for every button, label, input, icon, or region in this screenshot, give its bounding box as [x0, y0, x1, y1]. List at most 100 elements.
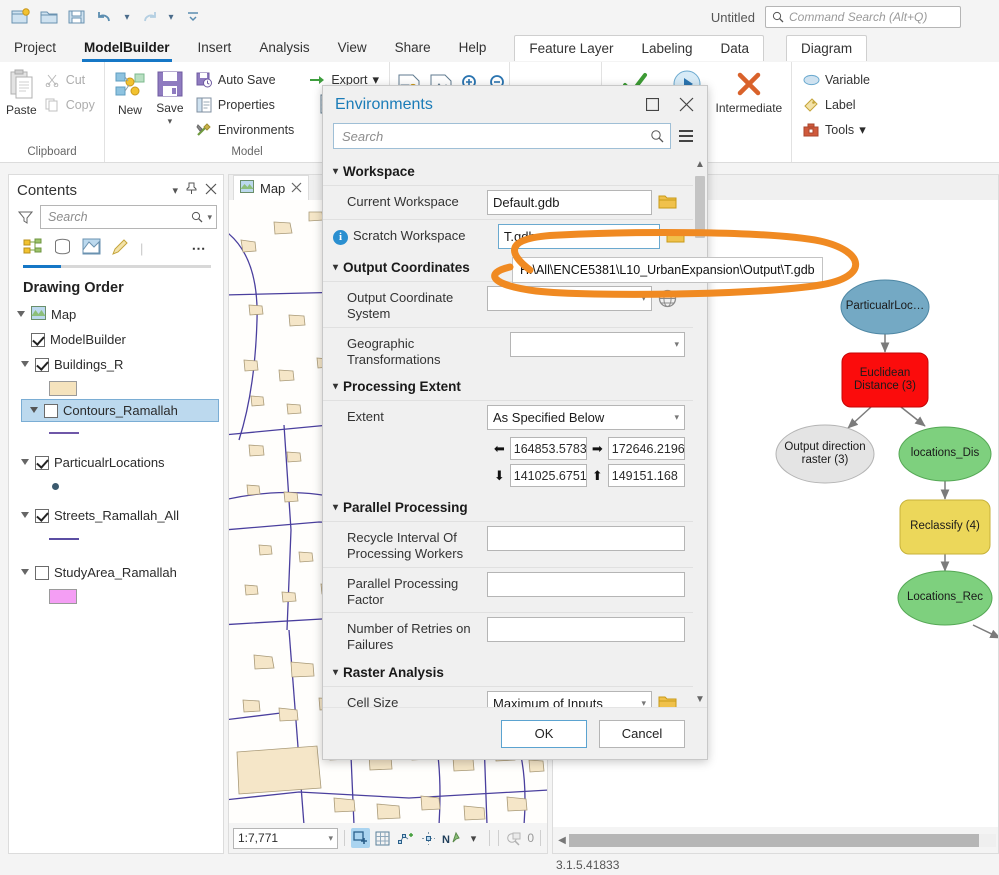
new-project-icon[interactable]: [8, 4, 34, 30]
close-icon[interactable]: [671, 92, 701, 118]
toc-item-map[interactable]: Map: [9, 302, 223, 327]
close-icon[interactable]: [205, 183, 217, 198]
expander-icon[interactable]: [17, 310, 26, 319]
save-project-icon[interactable]: [64, 4, 90, 30]
extent-top-input[interactable]: 149151.168: [608, 464, 685, 487]
extent-left-input[interactable]: 164853.5783: [510, 437, 587, 460]
layer-checkbox[interactable]: [31, 333, 45, 347]
extent-bottom-input[interactable]: 141025.67510: [510, 464, 587, 487]
geographic-transformations-combo[interactable]: ▾: [510, 332, 685, 357]
cut-button[interactable]: Cut: [39, 68, 99, 92]
tools-button[interactable]: Tools ▾: [798, 118, 874, 142]
chevron-down-icon[interactable]: ▾: [637, 698, 646, 708]
scrollbar-track[interactable]: [695, 172, 705, 692]
command-search-input[interactable]: Command Search (Alt+Q): [765, 6, 961, 28]
browse-folder-icon[interactable]: [658, 694, 677, 708]
tab-analysis[interactable]: Analysis: [245, 34, 323, 62]
scrollbar-thumb[interactable]: [695, 176, 705, 238]
data-source-icon[interactable]: [53, 238, 72, 259]
section-header-workspace[interactable]: ▾ Workspace: [323, 157, 693, 185]
filter-icon[interactable]: [15, 207, 35, 227]
dialog-vertical-scrollbar[interactable]: ▲ ▼: [693, 157, 707, 707]
tab-data[interactable]: Data: [707, 35, 764, 63]
save-model-button[interactable]: Save ▾: [151, 65, 189, 125]
output-coordinate-system-combo[interactable]: ▾: [487, 286, 652, 311]
label-button[interactable]: Label: [798, 93, 874, 117]
toc-item-particualrlocations[interactable]: ParticualrLocations: [9, 450, 223, 475]
cell-size-combo[interactable]: Maximum of Inputs ▾: [487, 691, 652, 708]
expander-icon[interactable]: [21, 568, 30, 577]
section-header-raster-analysis[interactable]: ▾ Raster Analysis: [323, 658, 693, 686]
scroll-down-icon[interactable]: ▼: [695, 692, 705, 707]
properties-button[interactable]: Properties: [191, 93, 298, 117]
pin-icon[interactable]: [186, 182, 197, 198]
model-node-locations-rec[interactable]: Locations_Rec: [898, 571, 992, 625]
model-node-output-direction-raster[interactable]: Output direction raster (3): [776, 425, 874, 483]
hamburger-menu-icon[interactable]: [679, 130, 697, 142]
scroll-left-icon[interactable]: ◀: [555, 835, 569, 846]
tab-share[interactable]: Share: [381, 34, 445, 62]
expander-icon[interactable]: [21, 360, 30, 369]
environments-search-input[interactable]: Search: [333, 123, 671, 149]
tab-diagram[interactable]: Diagram: [787, 35, 866, 63]
open-project-icon[interactable]: [36, 4, 62, 30]
model-node-euclidean-distance[interactable]: Euclidean Distance (3): [842, 353, 928, 407]
snapping-icon[interactable]: [82, 238, 101, 259]
layer-checkbox[interactable]: [35, 456, 49, 470]
expander-icon[interactable]: [30, 406, 39, 415]
contents-more-options-icon[interactable]: ⋯: [192, 240, 214, 257]
model-node-reclassify[interactable]: Reclassify (4): [900, 500, 990, 554]
scroll-up-icon[interactable]: ▲: [695, 157, 705, 172]
info-icon[interactable]: i: [333, 230, 348, 245]
save-model-dropdown-icon[interactable]: ▾: [168, 117, 173, 125]
layer-checkbox[interactable]: [44, 404, 58, 418]
model-horizontal-scrollbar[interactable]: ◀: [553, 827, 998, 853]
globe-icon[interactable]: [658, 289, 677, 308]
close-icon[interactable]: [291, 181, 302, 196]
snapping-icon[interactable]: [419, 828, 438, 848]
section-header-processing-extent[interactable]: ▾ Processing Extent: [323, 372, 693, 400]
tools-dropdown-icon[interactable]: ▾: [859, 122, 866, 138]
tab-help[interactable]: Help: [445, 34, 501, 62]
environments-button[interactable]: Environments: [191, 118, 298, 142]
contents-search-input[interactable]: Search ▾: [40, 205, 217, 229]
maximize-icon[interactable]: [637, 92, 667, 118]
extent-combo[interactable]: As Specified Below ▾: [487, 405, 685, 430]
toc-item-contours-ramallah[interactable]: Contours_Ramallah: [21, 399, 219, 422]
map-scale-selector[interactable]: 1:7,771 ▾: [233, 828, 338, 849]
auto-save-button[interactable]: Auto Save: [191, 68, 298, 92]
intermediate-button[interactable]: Intermediate: [713, 65, 785, 115]
variable-button[interactable]: Variable: [798, 68, 874, 92]
model-node-locations-dis[interactable]: locations_Dis: [899, 427, 991, 481]
layer-checkbox[interactable]: [35, 566, 49, 580]
find-locations-icon[interactable]: [505, 828, 524, 848]
toc-item-studyarea-ramallah[interactable]: StudyArea_Ramallah: [9, 560, 223, 585]
recycle-interval-input[interactable]: [487, 526, 685, 551]
ok-button[interactable]: OK: [501, 720, 587, 748]
scratch-workspace-input[interactable]: T.gdb: [498, 224, 660, 249]
tab-view[interactable]: View: [324, 34, 381, 62]
toc-item-modelbuilder[interactable]: ModelBuilder: [9, 327, 223, 352]
layer-checkbox[interactable]: [35, 358, 49, 372]
more-chevron-icon[interactable]: ▾: [464, 828, 483, 848]
customize-qat-icon[interactable]: [180, 4, 206, 30]
edit-vertices-icon[interactable]: [396, 828, 415, 848]
browse-folder-icon[interactable]: [658, 193, 677, 212]
section-header-parallel-processing[interactable]: ▾ Parallel Processing: [323, 493, 693, 521]
chevron-down-icon[interactable]: ▾: [670, 339, 679, 350]
paste-button[interactable]: Paste: [6, 65, 37, 117]
chevron-down-icon[interactable]: ▾: [172, 184, 178, 197]
chevron-down-icon[interactable]: ▾: [329, 833, 334, 844]
tab-insert[interactable]: Insert: [184, 34, 246, 62]
model-node-particualr-locations[interactable]: ParticualrLoc…: [841, 280, 929, 334]
cancel-button[interactable]: Cancel: [599, 720, 685, 748]
north-arrow-icon[interactable]: N: [442, 828, 461, 848]
scrollbar-track[interactable]: [569, 834, 996, 847]
toc-item-buildings-r[interactable]: Buildings_R: [9, 352, 223, 377]
drawing-order-icon[interactable]: [23, 238, 43, 259]
layer-checkbox[interactable]: [35, 509, 49, 523]
browse-folder-icon[interactable]: [666, 227, 685, 246]
number-of-retries-input[interactable]: [487, 617, 685, 642]
expander-icon[interactable]: [21, 511, 30, 520]
parallel-processing-factor-input[interactable]: [487, 572, 685, 597]
